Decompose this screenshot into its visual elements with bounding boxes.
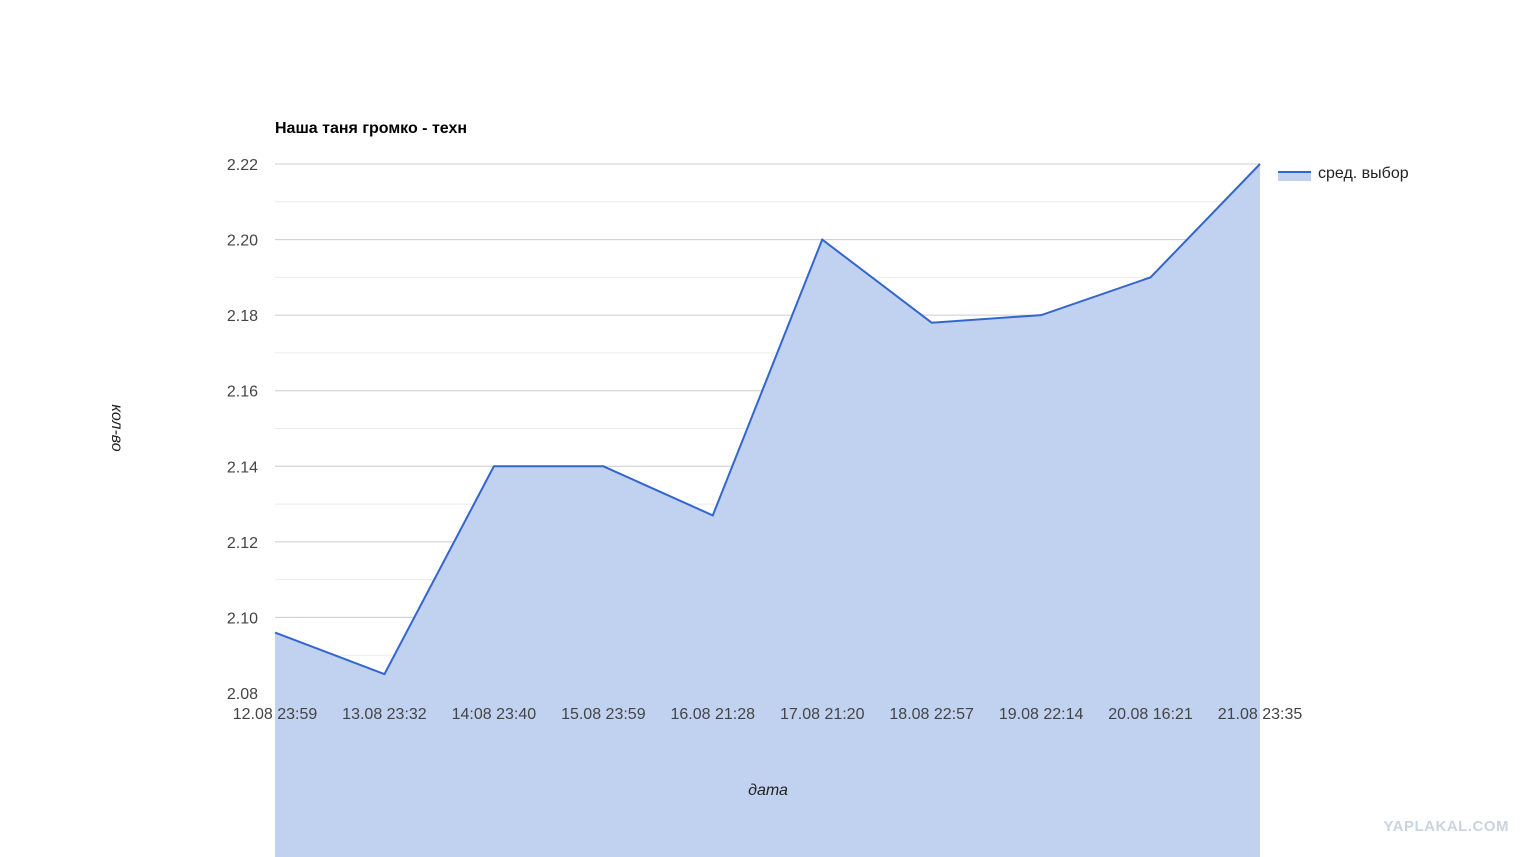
line-area-chart: 2.08 2.10 2.12 2.14 2.16 2.18 2.20 2.22 12.08 2…	[108, 120, 1409, 857]
x-tick-label: 18.08 22:57	[889, 706, 974, 723]
series-area	[275, 164, 1260, 857]
y-tick-label: 2.12	[227, 535, 258, 552]
x-tick-label: 16.08 21:28	[671, 706, 756, 723]
x-tick-label: 13.08 23:32	[342, 706, 427, 723]
y-tick-label: 2.22	[227, 157, 258, 174]
legend-swatch-fill	[1278, 172, 1311, 181]
y-tick-label: 2.08	[227, 686, 258, 703]
y-axis-title: кол-во	[108, 404, 125, 451]
y-tick-label: 2.16	[227, 384, 258, 401]
legend-label: сред. выбор	[1318, 165, 1409, 182]
y-axis-ticks: 2.08 2.10 2.12 2.14 2.16 2.18 2.20 2.22	[227, 157, 258, 703]
y-tick-label: 2.20	[227, 233, 258, 250]
x-tick-label: 20.08 16:21	[1108, 706, 1193, 723]
x-tick-label: 15.08 23:59	[561, 706, 646, 723]
legend[interactable]: сред. выбор	[1278, 165, 1409, 182]
y-tick-label: 2.10	[227, 610, 258, 627]
x-tick-label: 17.08 21:20	[780, 706, 865, 723]
x-tick-label: 12.08 23:59	[233, 706, 318, 723]
chart-title: Наша таня громко - техн	[275, 120, 467, 137]
x-tick-label: 21.08 23:35	[1218, 706, 1303, 723]
x-tick-label: 14:08 23:40	[452, 706, 537, 723]
x-axis-title: дата	[748, 782, 788, 799]
x-tick-label: 19.08 22:14	[999, 706, 1084, 723]
area-fill-layer	[275, 164, 1260, 857]
watermark-logo: YAPLAKAL.COM	[1383, 818, 1509, 835]
y-tick-label: 2.18	[227, 308, 258, 325]
y-tick-label: 2.14	[227, 459, 258, 476]
